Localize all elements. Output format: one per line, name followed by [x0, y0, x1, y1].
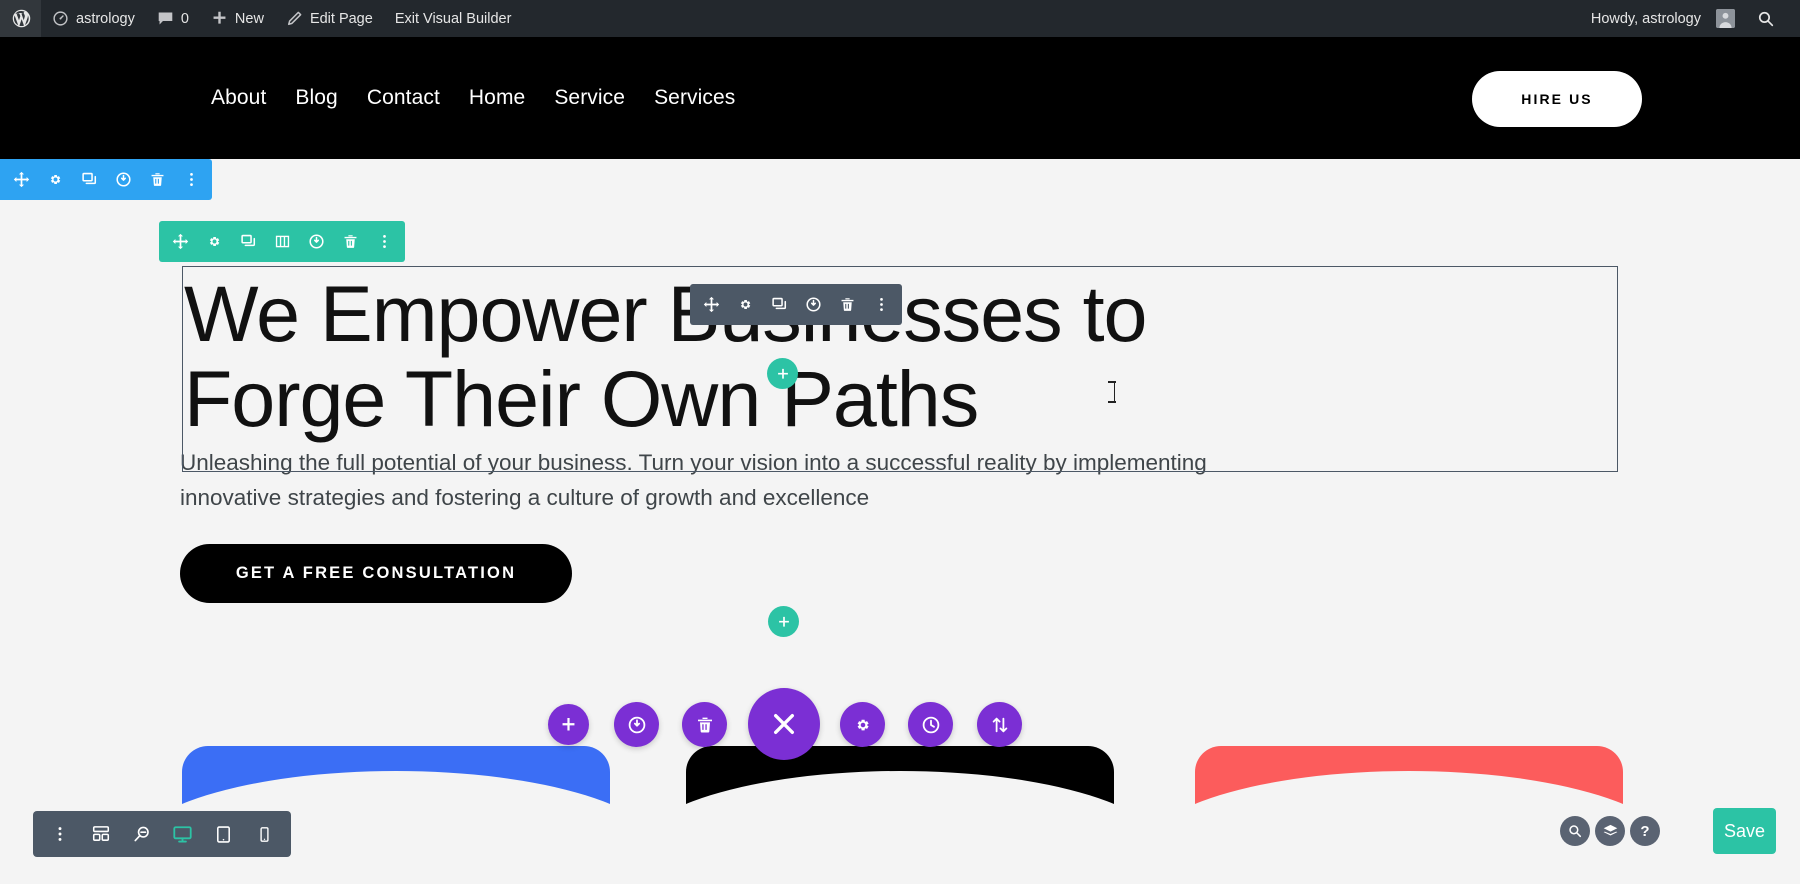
- admin-bar-exit-visual-builder[interactable]: Exit Visual Builder: [384, 0, 523, 37]
- sort-icon: [992, 717, 1007, 732]
- row-more-options-button[interactable]: [367, 221, 401, 262]
- card-swoosh-shape: [686, 771, 1114, 884]
- help-icon: ?: [1640, 822, 1650, 840]
- text-cursor: [1108, 381, 1116, 403]
- module-more-options-button[interactable]: [864, 284, 898, 325]
- close-icon: [774, 714, 794, 734]
- action-history-button[interactable]: [908, 702, 953, 747]
- add-row-button[interactable]: [768, 606, 799, 637]
- gear-icon: [857, 719, 869, 730]
- module-settings-toolbar: [690, 284, 902, 325]
- add-module-inline-button[interactable]: [767, 358, 798, 389]
- zoom-out-button[interactable]: [121, 811, 162, 857]
- nav-item-about[interactable]: About: [211, 86, 266, 110]
- section-disable-button[interactable]: [106, 159, 140, 200]
- wordpress-logo-button[interactable]: [0, 0, 41, 37]
- dashboard-icon: [52, 10, 69, 27]
- power-icon: [628, 716, 645, 733]
- row-disable-button[interactable]: [299, 221, 333, 262]
- action-add-button[interactable]: [548, 704, 589, 745]
- builder-options-button[interactable]: [39, 811, 80, 857]
- howdy-label: Howdy, astrology: [1590, 10, 1701, 27]
- card-swoosh-shape: [1195, 771, 1623, 884]
- action-delete-button[interactable]: [682, 702, 727, 747]
- section-move-button[interactable]: [4, 159, 38, 200]
- feature-card-red[interactable]: [1195, 746, 1623, 884]
- nav-item-contact[interactable]: Contact: [367, 86, 440, 110]
- module-move-button[interactable]: [694, 284, 728, 325]
- nav-item-blog[interactable]: Blog: [295, 86, 337, 110]
- trash-icon: [697, 717, 712, 732]
- help-button[interactable]: ?: [1630, 816, 1660, 846]
- primary-navigation: About Blog Contact Home Service Services: [211, 86, 735, 110]
- layers-icon: [1603, 824, 1617, 835]
- comments-count: 0: [180, 10, 189, 27]
- admin-bar-search-button[interactable]: [1746, 0, 1786, 37]
- hire-us-button[interactable]: HIRE US: [1472, 71, 1642, 127]
- builder-bottom-toolbar: [33, 811, 291, 857]
- section-more-options-button[interactable]: [174, 159, 208, 200]
- exit-visual-builder-label: Exit Visual Builder: [394, 10, 512, 27]
- new-label: New: [234, 10, 264, 27]
- wordpress-logo-icon: [11, 8, 32, 29]
- search-icon: [1569, 825, 1582, 838]
- wp-admin-bar: astrology 0 New Edit Page Exit Visual Bu…: [0, 0, 1800, 37]
- get-free-consultation-button[interactable]: GET A FREE CONSULTATION: [180, 544, 572, 603]
- nav-item-home[interactable]: Home: [469, 86, 525, 110]
- feature-card-black[interactable]: [686, 746, 1114, 884]
- builder-canvas: We Empower Businesses to Forge Their Own…: [0, 159, 1800, 884]
- history-icon: [922, 716, 939, 733]
- nav-item-services[interactable]: Services: [654, 86, 735, 110]
- phone-view-button[interactable]: [244, 811, 285, 857]
- admin-bar-right-group: Howdy, astrology: [1580, 0, 1800, 37]
- desktop-view-button[interactable]: [162, 811, 203, 857]
- row-columns-button[interactable]: [265, 221, 299, 262]
- nav-item-service[interactable]: Service: [554, 86, 625, 110]
- site-name-label: astrology: [76, 10, 135, 27]
- action-close-button[interactable]: [748, 688, 820, 760]
- search-icon: [1757, 10, 1775, 28]
- section-delete-button[interactable]: [140, 159, 174, 200]
- layers-view-button[interactable]: [1595, 816, 1625, 846]
- plus-icon: [778, 616, 789, 627]
- admin-bar-site-name[interactable]: astrology: [41, 0, 146, 37]
- plus-icon: [562, 718, 575, 731]
- section-settings-toolbar: [0, 159, 212, 200]
- plus-icon: [211, 10, 228, 27]
- admin-bar-new-button[interactable]: New: [200, 0, 275, 37]
- row-delete-button[interactable]: [333, 221, 367, 262]
- wireframe-view-button[interactable]: [80, 811, 121, 857]
- tablet-view-button[interactable]: [203, 811, 244, 857]
- action-disable-button[interactable]: [614, 702, 659, 747]
- comment-icon: [157, 10, 174, 27]
- save-button[interactable]: Save: [1713, 808, 1776, 854]
- section-settings-button[interactable]: [38, 159, 72, 200]
- bottom-search-button[interactable]: [1560, 816, 1590, 846]
- admin-bar-edit-page[interactable]: Edit Page: [275, 0, 384, 37]
- action-undo-redo-button[interactable]: [977, 702, 1022, 747]
- row-settings-toolbar: [159, 221, 405, 262]
- admin-bar-my-account[interactable]: Howdy, astrology: [1580, 0, 1746, 37]
- admin-bar-left-group: astrology 0 New Edit Page Exit Visual Bu…: [0, 0, 522, 37]
- row-move-button[interactable]: [163, 221, 197, 262]
- action-settings-button[interactable]: [840, 702, 885, 747]
- module-disable-button[interactable]: [796, 284, 830, 325]
- plus-icon: [777, 368, 788, 379]
- module-duplicate-button[interactable]: [762, 284, 796, 325]
- row-duplicate-button[interactable]: [231, 221, 265, 262]
- admin-bar-comments[interactable]: 0: [146, 0, 200, 37]
- module-settings-button[interactable]: [728, 284, 762, 325]
- avatar: [1716, 9, 1735, 28]
- row-settings-button[interactable]: [197, 221, 231, 262]
- module-delete-button[interactable]: [830, 284, 864, 325]
- section-duplicate-button[interactable]: [72, 159, 106, 200]
- site-header: About Blog Contact Home Service Services…: [0, 37, 1800, 159]
- edit-page-label: Edit Page: [309, 10, 373, 27]
- pencil-icon: [286, 10, 303, 27]
- divi-visual-builder-screen: astrology 0 New Edit Page Exit Visual Bu…: [0, 0, 1800, 884]
